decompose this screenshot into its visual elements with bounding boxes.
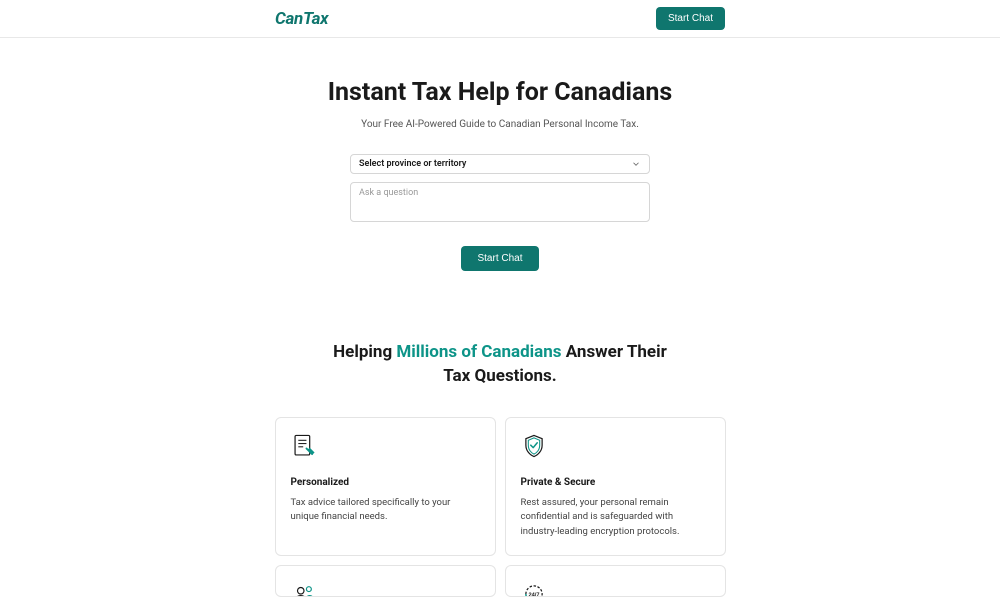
feature-card-desc: Rest assured, your personal remain confi… bbox=[521, 496, 710, 540]
feature-card-personalized: Personalized Tax advice tailored specifi… bbox=[275, 417, 496, 556]
feature-card-partial-2: 24/7 bbox=[505, 565, 726, 597]
province-select-placeholder: Select province or territory bbox=[359, 159, 466, 169]
question-input[interactable] bbox=[350, 182, 650, 222]
feature-card-desc: Tax advice tailored specifically to your… bbox=[291, 496, 480, 525]
features-title: Helping Millions of Canadians Answer The… bbox=[325, 341, 675, 389]
header-start-chat-button[interactable]: Start Chat bbox=[656, 7, 725, 30]
feature-card-partial-1 bbox=[275, 565, 496, 597]
svg-text:24/7: 24/7 bbox=[528, 592, 539, 597]
province-select[interactable]: Select province or territory bbox=[350, 154, 650, 174]
logo[interactable]: CanTax bbox=[275, 9, 328, 29]
hero-subtitle: Your Free AI-Powered Guide to Canadian P… bbox=[0, 119, 1000, 130]
hero-section: Instant Tax Help for Canadians Your Free… bbox=[0, 38, 1000, 271]
feature-card-title: Personalized bbox=[291, 477, 480, 488]
clock-247-icon: 24/7 bbox=[521, 581, 710, 597]
chat-form: Select province or territory Start Chat bbox=[350, 154, 650, 271]
support-icon bbox=[291, 581, 480, 597]
feature-card-title: Private & Secure bbox=[521, 477, 710, 488]
submit-start-chat-button[interactable]: Start Chat bbox=[461, 246, 538, 271]
shield-icon bbox=[521, 433, 710, 459]
features-section: Helping Millions of Canadians Answer The… bbox=[0, 271, 1000, 597]
header: CanTax Start Chat bbox=[0, 0, 1000, 38]
feature-cards: Personalized Tax advice tailored specifi… bbox=[275, 417, 726, 597]
chevron-down-icon bbox=[631, 159, 641, 169]
document-icon bbox=[291, 433, 480, 459]
feature-card-private: Private & Secure Rest assured, your pers… bbox=[505, 417, 726, 556]
hero-title: Instant Tax Help for Canadians bbox=[0, 78, 1000, 107]
